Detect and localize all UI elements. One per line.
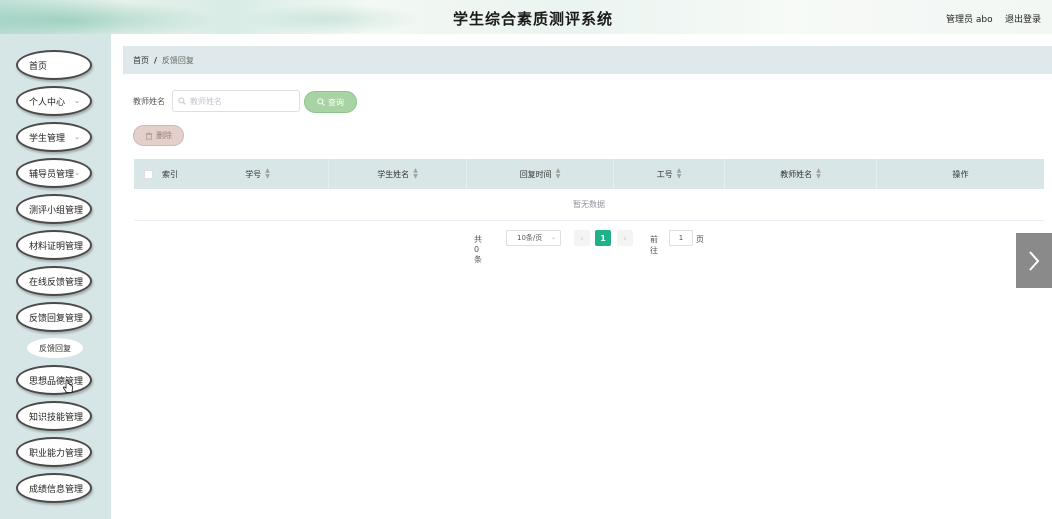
sidebar-item-moral-character[interactable]: 思想品德管理 xyxy=(16,365,92,395)
column-header-student-id[interactable]: 学号 ▲ ▼ xyxy=(187,159,329,189)
sidebar-item-label: 在线反馈管理 xyxy=(29,277,84,288)
sort-icon[interactable]: ▲ ▼ xyxy=(413,168,418,180)
chevron-left-icon: ‹ xyxy=(580,233,584,243)
search-label: 教师姓名 xyxy=(133,97,165,106)
sort-icon[interactable]: ▲ ▼ xyxy=(556,168,561,180)
chevron-down-icon: ⌄ xyxy=(74,133,80,141)
sidebar-item-home[interactable]: 首页 xyxy=(16,50,92,80)
sidebar-item-material-proof[interactable]: 材料证明管理 xyxy=(16,230,92,260)
sidebar-item-label: 个人中心 xyxy=(29,97,66,108)
sidebar-item-online-feedback[interactable]: 在线反馈管理 xyxy=(16,266,92,296)
column-header-label: 学号 xyxy=(245,169,262,179)
data-table: 索引 学号 ▲ ▼ 学生姓名 ▲ ▼ 回复时间 ▲ ▼ 工号 ▲ ▼ 教师姓名 ▲ ▼ xyxy=(134,159,1044,221)
sidebar-item-student-management[interactable]: 学生管理 ⌄ xyxy=(16,122,92,152)
next-page-button[interactable]: › xyxy=(617,230,633,246)
search-field[interactable] xyxy=(172,90,300,112)
column-header-teacher-name[interactable]: 教师姓名 ▲ ▼ xyxy=(725,159,877,189)
chevron-down-icon: ⌄ xyxy=(550,234,556,241)
sidebar-item-label: 反馈回复管理 xyxy=(29,313,84,324)
sidebar-item-label: 首页 xyxy=(29,61,48,72)
select-all-cell xyxy=(134,159,162,189)
breadcrumb-home[interactable]: 首页 xyxy=(133,55,149,66)
delete-button[interactable]: 删除 xyxy=(133,125,184,146)
hand-cursor-icon xyxy=(62,380,73,393)
search-icon xyxy=(317,98,325,106)
column-header-student-name[interactable]: 学生姓名 ▲ ▼ xyxy=(329,159,467,189)
page-size-select[interactable]: 10条/页 ⌄ xyxy=(506,230,561,246)
prev-page-button[interactable]: ‹ xyxy=(574,230,590,246)
column-header-label: 工号 xyxy=(656,169,673,179)
top-header: 学生综合素质测评系统 管理员 abo 退出登录 xyxy=(0,0,1052,34)
breadcrumb-separator: / xyxy=(154,55,157,65)
sidebar-item-label: 职业能力管理 xyxy=(29,448,84,459)
sidebar-item-label: 成绩信息管理 xyxy=(29,484,84,495)
next-arrow-button[interactable] xyxy=(1016,233,1052,288)
submenu-item-label: 反馈回复 xyxy=(39,343,71,353)
query-button[interactable]: 查询 xyxy=(304,91,357,113)
sidebar-item-evaluation-group[interactable]: 测评小组管理 xyxy=(16,194,92,224)
sidebar-item-label: 材料证明管理 xyxy=(29,241,84,252)
admin-username: 管理员 abo xyxy=(946,15,993,25)
goto-unit: 页 xyxy=(696,235,704,244)
column-header-staff-id[interactable]: 工号 ▲ ▼ xyxy=(614,159,725,189)
sort-icon[interactable]: ▲ ▼ xyxy=(677,168,682,180)
sort-icon[interactable]: ▲ ▼ xyxy=(816,168,821,180)
breadcrumb-current: 反馈回复 xyxy=(161,55,194,65)
trash-icon xyxy=(145,131,153,140)
sidebar: 首页 个人中心 ⌄ 学生管理 ⌄ 辅导员管理 ⌄ 测评小组管理 材料证明管理 在… xyxy=(0,34,111,519)
table-empty-row: 暂无数据 xyxy=(134,189,1044,221)
sort-icon[interactable]: ▲ ▼ xyxy=(265,168,270,180)
select-all-checkbox[interactable] xyxy=(143,169,153,179)
page-number-button[interactable]: 1 xyxy=(595,230,611,246)
page-size-value: 10条/页 xyxy=(517,234,543,242)
table-header: 索引 学号 ▲ ▼ 学生姓名 ▲ ▼ 回复时间 ▲ ▼ 工号 ▲ ▼ 教师姓名 ▲ ▼ xyxy=(134,159,1044,189)
chevron-down-icon: ⌄ xyxy=(74,97,80,105)
app-title: 学生综合素质测评系统 xyxy=(452,10,613,28)
chevron-down-icon: ⌄ xyxy=(74,169,80,177)
column-header-label: 教师姓名 xyxy=(780,169,813,179)
logout-link[interactable]: 退出登录 xyxy=(1005,12,1041,25)
empty-text: 暂无数据 xyxy=(573,200,605,209)
sidebar-item-label: 学生管理 xyxy=(29,133,66,144)
sidebar-item-personal-center[interactable]: 个人中心 ⌄ xyxy=(16,86,92,116)
column-header-label: 操作 xyxy=(952,169,969,179)
sidebar-item-feedback-reply[interactable]: 反馈回复管理 xyxy=(16,302,92,332)
breadcrumb: 首页 / 反馈回复 xyxy=(123,46,1052,74)
sidebar-item-label: 知识技能管理 xyxy=(29,412,84,423)
pagination-total: 共 0 条 xyxy=(474,235,482,264)
column-header-label: 学生姓名 xyxy=(377,169,410,179)
sidebar-item-label: 辅导员管理 xyxy=(29,169,75,180)
sidebar-item-label: 思想品德管理 xyxy=(29,376,84,387)
column-header-actions: 操作 xyxy=(877,159,1044,189)
column-header-label: 索引 xyxy=(162,169,178,179)
chevron-right-icon: › xyxy=(623,233,627,243)
page-number-label: 1 xyxy=(600,233,606,243)
sidebar-item-knowledge-skills[interactable]: 知识技能管理 xyxy=(16,401,92,431)
goto-page-value: 1 xyxy=(678,234,684,242)
query-button-label: 查询 xyxy=(328,97,344,107)
goto-label: 前往 xyxy=(650,235,658,255)
search-icon xyxy=(178,97,186,105)
chevron-right-icon xyxy=(1029,250,1040,271)
sidebar-item-counselor-management[interactable]: 辅导员管理 ⌄ xyxy=(16,158,92,188)
delete-button-label: 删除 xyxy=(156,131,172,140)
column-header-reply-time[interactable]: 回复时间 ▲ ▼ xyxy=(467,159,614,189)
column-header-index: 索引 xyxy=(162,159,187,189)
sidebar-item-label: 测评小组管理 xyxy=(29,205,84,216)
search-input[interactable] xyxy=(190,96,290,106)
column-header-label: 回复时间 xyxy=(519,169,552,179)
sidebar-item-grade-info[interactable]: 成绩信息管理 xyxy=(16,473,92,503)
main-content: 首页 / 反馈回复 教师姓名 查询 删除 索引 xyxy=(111,34,1052,519)
goto-page-input[interactable]: 1 xyxy=(669,230,693,246)
sidebar-item-career-ability[interactable]: 职业能力管理 xyxy=(16,437,92,467)
submenu-item-feedback-reply[interactable]: 反馈回复 xyxy=(27,338,83,358)
